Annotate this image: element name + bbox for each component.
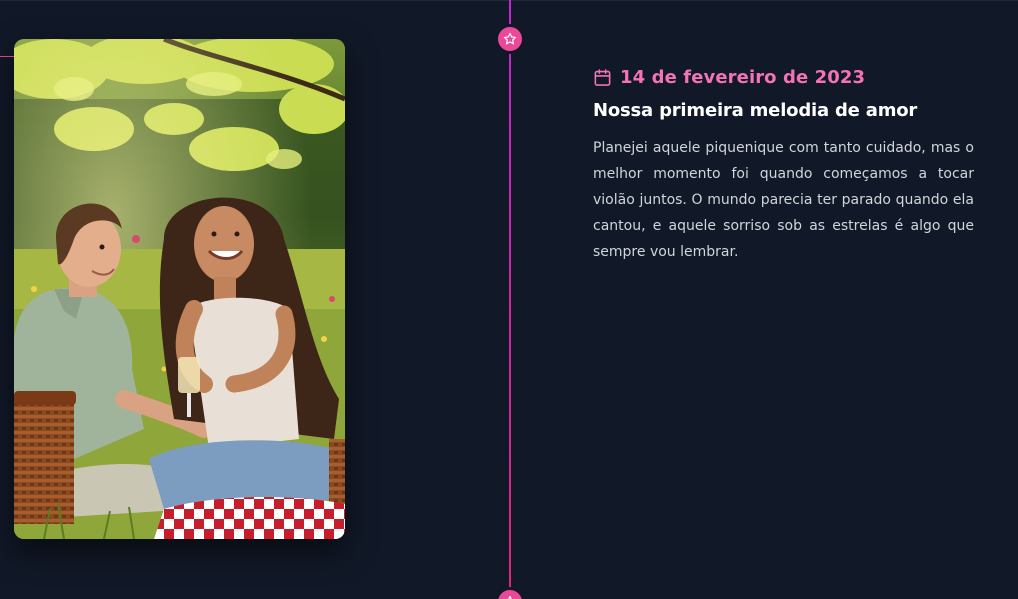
star-icon	[503, 32, 517, 45]
timeline-section: 14 de fevereiro de 2023 Nossa primeira m…	[0, 0, 1018, 599]
memory-date: 14 de fevereiro de 2023	[593, 62, 974, 92]
star-icon	[508, 595, 512, 599]
memory-description: Planejei aquele piquenique com tanto cui…	[593, 140, 974, 260]
timeline-line	[509, 0, 511, 599]
memory-photo-illustration	[14, 39, 345, 539]
memory-title: Nossa primeira melodia de amor	[593, 100, 918, 121]
timeline-node-star	[498, 590, 522, 599]
calendar-icon	[594, 68, 611, 86]
timeline-connector	[0, 56, 14, 57]
memory-content: 14 de fevereiro de 2023 Nossa primeira m…	[593, 62, 974, 265]
memory-photo	[14, 39, 345, 539]
memory-date-text: 14 de fevereiro de 2023	[620, 66, 866, 88]
timeline-node-star	[498, 27, 522, 51]
